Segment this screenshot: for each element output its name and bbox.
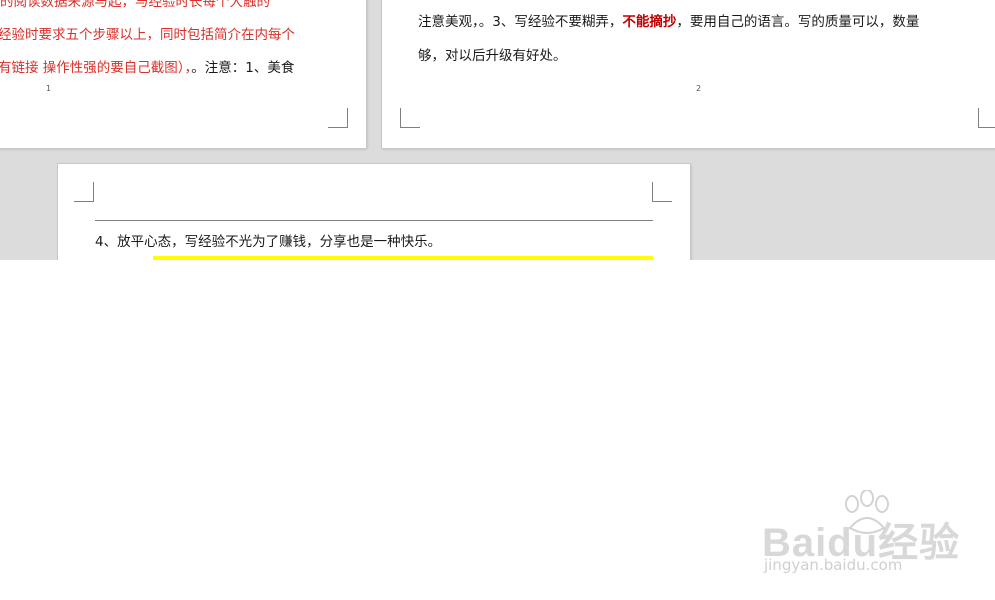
baidu-watermark: Baidu经验 jingyan.baidu.com: [760, 490, 960, 585]
crop-mark-bottom-left: [400, 108, 420, 128]
document-page-1[interactable]: 的阅读数据来源与起，与经验时长每个大触的 经验时要求五个步骤以上，同时包括简介在…: [0, 0, 366, 148]
document-canvas[interactable]: 的阅读数据来源与起，与经验时长每个大触的 经验时要求五个步骤以上，同时包括简介在…: [0, 0, 995, 260]
page1-line-3-red: 有链接 操作性强的要自己截图），: [0, 60, 192, 76]
document-page-2[interactable]: 注意美观，。3、写经验不要糊弄，不能摘抄，要用自己的语言。写的质量可以，数量 够…: [382, 0, 995, 148]
crop-mark-top-left: [74, 182, 94, 202]
page1-line-2: 经验时要求五个步骤以上，同时包括简介在内每个: [0, 27, 295, 43]
page-number-1: 1: [46, 84, 52, 93]
page2-line-1-end: ，要用自己的语言。写的质量可以，数量: [676, 14, 920, 30]
crop-mark-bottom-right: [328, 108, 348, 128]
page2-line-1-start: 注意美观，。3、写经验不要糊弄，: [418, 14, 623, 30]
document-page-3[interactable]: 4、放平心态，写经验不光为了赚钱，分享也是一种快乐。: [58, 164, 690, 260]
page3-line-1: 4、放平心态，写经验不光为了赚钱，分享也是一种快乐。: [95, 234, 442, 250]
page1-line-1: 的阅读数据来源与起，与经验时长每个大触的: [0, 0, 270, 10]
header-rule: [95, 220, 653, 221]
highlight-bar: [153, 256, 653, 260]
page2-line-1: 注意美观，。3、写经验不要糊弄，不能摘抄，要用自己的语言。写的质量可以，数量: [418, 10, 919, 30]
page2-line-2: 够，对以后升级有好处。: [418, 48, 567, 64]
page-number-2: 2: [696, 84, 702, 93]
crop-mark-top-right: [652, 182, 672, 202]
crop-mark-bottom-right-2: [978, 108, 995, 128]
page1-line-3-tail: 。注意：1、美食: [191, 60, 295, 76]
watermark-url: jingyan.baidu.com: [764, 556, 903, 574]
page1-line-3: 有链接 操作性强的要自己截图），。注意：1、美食: [0, 56, 294, 76]
emphasis-text: 不能摘抄: [622, 14, 677, 30]
